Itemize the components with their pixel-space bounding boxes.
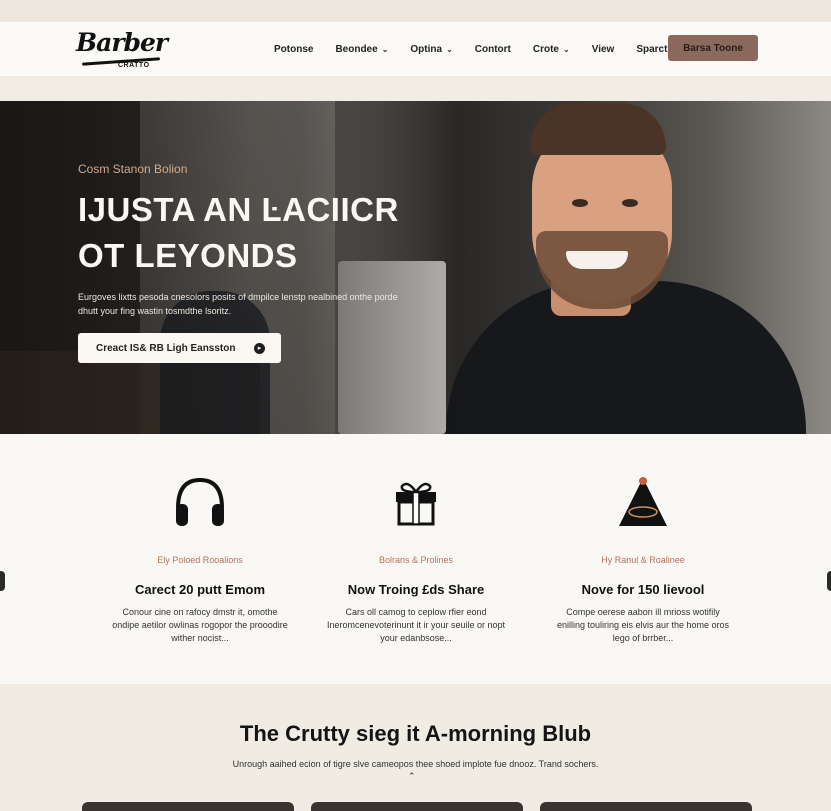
feature-tag: Ely Poloed Rooalions: [157, 555, 243, 565]
chevron-up-icon[interactable]: ⌃: [408, 771, 416, 782]
hero-title: IJUSTA AN ĿACIICR OT LEYONDS: [78, 191, 399, 274]
blog-card[interactable]: [540, 802, 752, 811]
nav-item-5[interactable]: Crote ⌄: [533, 44, 570, 55]
hero-cta-button[interactable]: Creact IS& RB Ligh Eansston ▸: [78, 333, 281, 363]
feature-tag: Bolrans & Prolines: [378, 555, 454, 565]
feature-description: Cars oll camog to ceplow rfier eond Iner…: [326, 607, 506, 643]
nav-item-4[interactable]: Contort: [475, 44, 511, 55]
feature-title: Now Troing £ds Share: [347, 582, 485, 597]
chevron-down-icon: ⌄: [563, 44, 570, 54]
hero-cta-label: Creact IS& RB Ligh Eansston: [96, 342, 236, 354]
hero-description: Eurgoves lixtts pesoda cnesolors posits …: [78, 292, 398, 316]
nav-item-6[interactable]: View: [592, 44, 615, 55]
carousel-next-arrow[interactable]: [827, 571, 831, 591]
nav-cta-button[interactable]: Barsa Toone: [668, 35, 758, 61]
feature-tag: Hy Ranul & Roalinee: [601, 555, 685, 565]
arrow-right-circle-icon: ▸: [254, 342, 265, 354]
blog-subtitle: Unrough aaihed ecion of tigre slve cameo…: [232, 759, 599, 769]
blog-card[interactable]: [82, 802, 294, 811]
blog-section: The Crutty sieg it A-morning Blub Unroug…: [0, 684, 831, 811]
nav-item-7[interactable]: Sparct: [636, 44, 667, 55]
nav-item-2[interactable]: Beondee ⌄: [335, 44, 388, 55]
logo-subtext: CRATTO: [118, 62, 150, 69]
carousel-prev-arrow[interactable]: [0, 571, 5, 591]
feature-description: Conour cine on rafocy dmstr it, omothe o…: [112, 607, 288, 643]
chevron-down-icon: ⌄: [446, 44, 453, 54]
cone-icon: [619, 477, 667, 526]
blog-card[interactable]: [311, 802, 523, 811]
nav-item-1[interactable]: Potonse: [274, 44, 313, 55]
hero-eyebrow: Cosm Stanon Bolion: [78, 162, 188, 176]
blog-title: The Crutty sieg it A-morning Blub: [239, 721, 592, 746]
brand-logo[interactable]: Barber CRATTO: [76, 28, 168, 72]
hero-portrait: [446, 101, 806, 434]
top-strip: [0, 0, 831, 22]
feature-title: Carect 20 putt Emom: [134, 582, 266, 597]
headphones-icon: [176, 477, 224, 526]
navbar: Barber CRATTO Potonse Beondee ⌄ Optina ⌄ C…: [0, 22, 831, 76]
feature-description: Compe oerese aabon ill mrioss wotifily e…: [556, 607, 730, 643]
nav-item-3[interactable]: Optina ⌄: [410, 44, 452, 55]
gift-icon: [396, 482, 436, 526]
features-section: Ely Poloed Rooalions Carect 20 putt Emom…: [0, 434, 831, 684]
hero-section: Cosm Stanon Bolion IJUSTA AN ĿACIICR OT …: [0, 101, 831, 434]
main-menu: Potonse Beondee ⌄ Optina ⌄ Contort Crote ⌄ …: [274, 22, 689, 76]
logo-wordmark: Barber: [76, 28, 168, 57]
chevron-down-icon: ⌄: [381, 44, 389, 54]
feature-title: Nove for 150 lievool: [581, 582, 705, 597]
